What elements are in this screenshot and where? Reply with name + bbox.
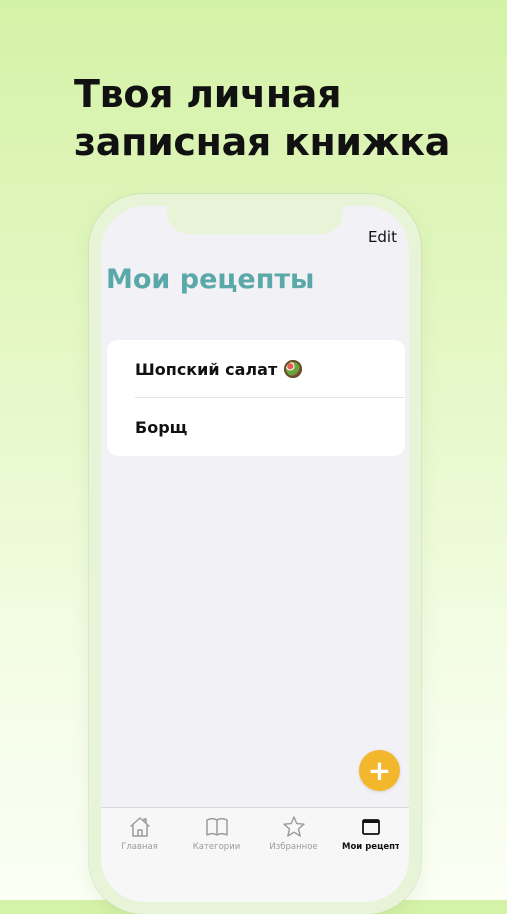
book-icon: [205, 817, 228, 836]
phone-screen: Edit Мои рецепты Шопский салат Борщ + Гл…: [101, 206, 409, 902]
recipe-list: Шопский салат Борщ: [107, 340, 405, 456]
edit-button[interactable]: Edit: [368, 228, 397, 246]
page-title: Мои рецепты: [106, 264, 315, 295]
tab-label: Избранное: [269, 842, 318, 852]
promo-headline-line-2: записная книжка: [74, 120, 451, 164]
phone-frame: Edit Мои рецепты Шопский салат Борщ + Гл…: [89, 194, 421, 914]
salad-icon: [284, 360, 303, 378]
tab-categories[interactable]: Категории: [178, 814, 255, 852]
recipe-name: Шопский салат: [135, 359, 278, 379]
promo-headline: Твоя личная записная книжка: [74, 70, 494, 166]
promo-headline-line-1: Твоя личная: [74, 72, 342, 116]
tab-home[interactable]: Главная: [101, 814, 178, 852]
add-recipe-button[interactable]: +: [359, 750, 400, 791]
tab-my-recipes[interactable]: Мои рецепты: [332, 814, 409, 852]
tab-label: Категории: [192, 842, 241, 852]
tab-label: Мои рецепты: [342, 842, 399, 852]
recipe-name: Борщ: [135, 417, 188, 437]
star-icon: [282, 816, 305, 837]
tab-bar: Главная Категории Избранное Мои рецепт: [101, 807, 409, 902]
tab-favorites[interactable]: Избранное: [255, 814, 332, 852]
phone-notch: [167, 206, 343, 234]
plus-icon: +: [367, 754, 392, 787]
home-icon: [129, 817, 150, 837]
window-icon: [361, 819, 380, 835]
tab-label: Главная: [121, 842, 158, 852]
list-item[interactable]: Шопский салат: [107, 340, 405, 398]
list-item[interactable]: Борщ: [107, 398, 405, 456]
